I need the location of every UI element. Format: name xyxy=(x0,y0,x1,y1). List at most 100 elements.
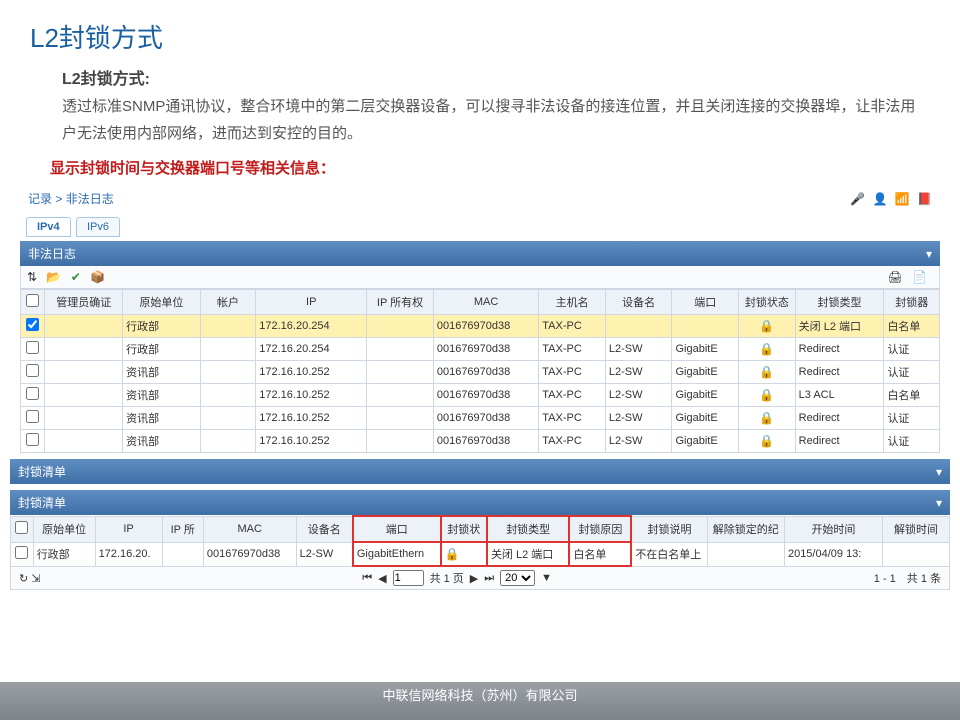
column-header[interactable]: MAC xyxy=(203,516,296,542)
cell-unlock-time xyxy=(882,542,949,566)
package-icon[interactable]: 📦 xyxy=(90,270,105,284)
block-list-table: 原始单位IPIP 所MAC设备名端口封锁状封锁类型封锁原因封锁说明解除锁定的纪开… xyxy=(10,515,950,567)
export-icon[interactable]: ⇲ xyxy=(31,573,40,585)
book-icon[interactable]: 📕 xyxy=(917,192,932,206)
column-header[interactable]: IP 所有权 xyxy=(367,290,434,315)
row-checkbox[interactable] xyxy=(26,364,39,377)
first-page-icon[interactable]: ⏮ xyxy=(362,572,372,585)
panel-header-block-list-outer: 封锁清单 ▾ xyxy=(10,459,950,484)
column-header[interactable] xyxy=(21,290,45,315)
column-header[interactable]: 解除锁定的纪 xyxy=(707,516,784,542)
cell: 172.16.10.252 xyxy=(256,430,367,453)
lock-icon: 🔒 xyxy=(759,365,774,379)
mic-icon[interactable]: 🎤 xyxy=(850,192,865,206)
tab-ipv4[interactable]: IPv4 xyxy=(26,217,71,237)
column-header[interactable]: 封锁原因 xyxy=(569,516,631,542)
check-icon[interactable]: ✔ xyxy=(71,270,81,284)
page-input[interactable] xyxy=(393,570,424,586)
collapse-icon[interactable]: ▾ xyxy=(926,247,932,261)
row-checkbox[interactable] xyxy=(26,387,39,400)
cell xyxy=(45,384,123,407)
lock-icon: 🔒 xyxy=(759,388,774,402)
column-header[interactable] xyxy=(11,516,34,542)
cell xyxy=(21,361,45,384)
table-row[interactable]: 行政部172.16.20.254001676970d38TAX-PC🔒关闭 L2… xyxy=(21,315,940,338)
panel-header-title: 非法日志 xyxy=(28,245,76,262)
rss-icon[interactable]: 📶 xyxy=(895,192,910,206)
cell: L2-SW xyxy=(605,384,672,407)
column-header[interactable]: IP xyxy=(256,290,367,315)
column-header[interactable]: 管理员确证 xyxy=(45,290,123,315)
select-all-checkbox[interactable] xyxy=(15,521,28,534)
folder-icon[interactable]: 📂 xyxy=(46,270,61,284)
cell: 172.16.10.252 xyxy=(256,407,367,430)
refresh-icon[interactable]: ↻ xyxy=(19,573,28,585)
lock-icon: 🔒 xyxy=(759,319,774,333)
footer-text: 中联信网络科技（苏州）有限公司 xyxy=(382,688,577,703)
column-header[interactable]: 封锁说明 xyxy=(631,516,707,542)
table-row[interactable]: 行政部 172.16.20. 001676970d38 L2-SW Gigabi… xyxy=(11,542,950,566)
cell xyxy=(367,384,434,407)
row-checkbox[interactable] xyxy=(26,410,39,423)
next-page-icon[interactable]: ▶ xyxy=(470,572,478,585)
toolbar: ⇅ 📂 ✔ 📦 🖨 📄 xyxy=(20,266,940,289)
cell: 资讯部 xyxy=(123,407,201,430)
cell: 001676970d38 xyxy=(433,361,538,384)
print-icon[interactable]: 🖨 xyxy=(887,270,902,284)
column-header[interactable]: 主机名 xyxy=(539,290,606,315)
row-checkbox[interactable] xyxy=(26,341,39,354)
cell xyxy=(200,430,255,453)
column-header[interactable]: 封锁状态 xyxy=(739,290,796,315)
table-row[interactable]: 资讯部172.16.10.252001676970d38TAX-PCL2-SWG… xyxy=(21,384,940,407)
column-header[interactable]: 封锁类型 xyxy=(487,516,570,542)
column-header[interactable]: 设备名 xyxy=(296,516,353,542)
user-icon[interactable]: 👤 xyxy=(872,192,887,206)
column-header[interactable]: 开始时间 xyxy=(784,516,882,542)
panel-header-title-outer: 封锁清单 xyxy=(18,463,66,480)
cell xyxy=(21,384,45,407)
cell-unlock-record xyxy=(707,542,784,566)
row-checkbox[interactable] xyxy=(15,546,28,559)
cell xyxy=(45,338,123,361)
column-header[interactable]: 端口 xyxy=(353,516,441,542)
cell: 行政部 xyxy=(123,315,201,338)
crumb-illegal-log[interactable]: 非法日志 xyxy=(66,192,114,206)
column-header[interactable]: 帐户 xyxy=(200,290,255,315)
page-size-select[interactable]: 20 xyxy=(500,570,535,586)
column-header[interactable]: 原始单位 xyxy=(33,516,95,542)
table-row[interactable]: 行政部172.16.20.254001676970d38TAX-PCL2-SWG… xyxy=(21,338,940,361)
prev-page-icon[interactable]: ◀ xyxy=(378,572,386,585)
breadcrumb: 记录 > 非法日志 🎤 👤 📶 📕 xyxy=(20,184,940,213)
column-header[interactable]: 封锁器 xyxy=(884,290,940,315)
column-header[interactable]: 解锁时间 xyxy=(882,516,949,542)
cell: 资讯部 xyxy=(123,430,201,453)
tab-ipv6[interactable]: IPv6 xyxy=(76,217,120,237)
column-header[interactable]: IP xyxy=(95,516,162,542)
collapse-icon[interactable]: ▾ xyxy=(936,496,942,510)
table-row[interactable]: 资讯部172.16.10.252001676970d38TAX-PCL2-SWG… xyxy=(21,430,940,453)
table-row[interactable]: 资讯部172.16.10.252001676970d38TAX-PCL2-SWG… xyxy=(21,407,940,430)
export-icon[interactable]: 📄 xyxy=(912,270,927,284)
crumb-records[interactable]: 记录 xyxy=(28,192,52,206)
cell xyxy=(21,407,45,430)
column-header[interactable]: 原始单位 xyxy=(123,290,201,315)
column-header[interactable]: IP 所 xyxy=(162,516,203,542)
row-checkbox[interactable] xyxy=(26,433,39,446)
collapse-icon[interactable]: ▾ xyxy=(936,465,942,479)
last-page-icon[interactable]: ⏭ xyxy=(484,572,494,585)
cell: 资讯部 xyxy=(123,361,201,384)
column-header[interactable]: 设备名 xyxy=(605,290,672,315)
cell-device: L2-SW xyxy=(296,542,353,566)
cell: GigabitE xyxy=(672,430,739,453)
select-all-checkbox[interactable] xyxy=(26,294,39,307)
page-title: L2封锁方式 xyxy=(0,0,960,65)
column-header[interactable]: 封锁状 xyxy=(441,516,487,542)
lock-icon: 🔒 xyxy=(759,342,774,356)
column-header[interactable]: MAC xyxy=(433,290,538,315)
table-row[interactable]: 资讯部172.16.10.252001676970d38TAX-PCL2-SWG… xyxy=(21,361,940,384)
column-header[interactable]: 封锁类型 xyxy=(795,290,884,315)
lock-icon: 🔒 xyxy=(759,411,774,425)
sort-icon[interactable]: ⇅ xyxy=(27,270,37,284)
row-checkbox[interactable] xyxy=(26,318,39,331)
column-header[interactable]: 端口 xyxy=(672,290,739,315)
